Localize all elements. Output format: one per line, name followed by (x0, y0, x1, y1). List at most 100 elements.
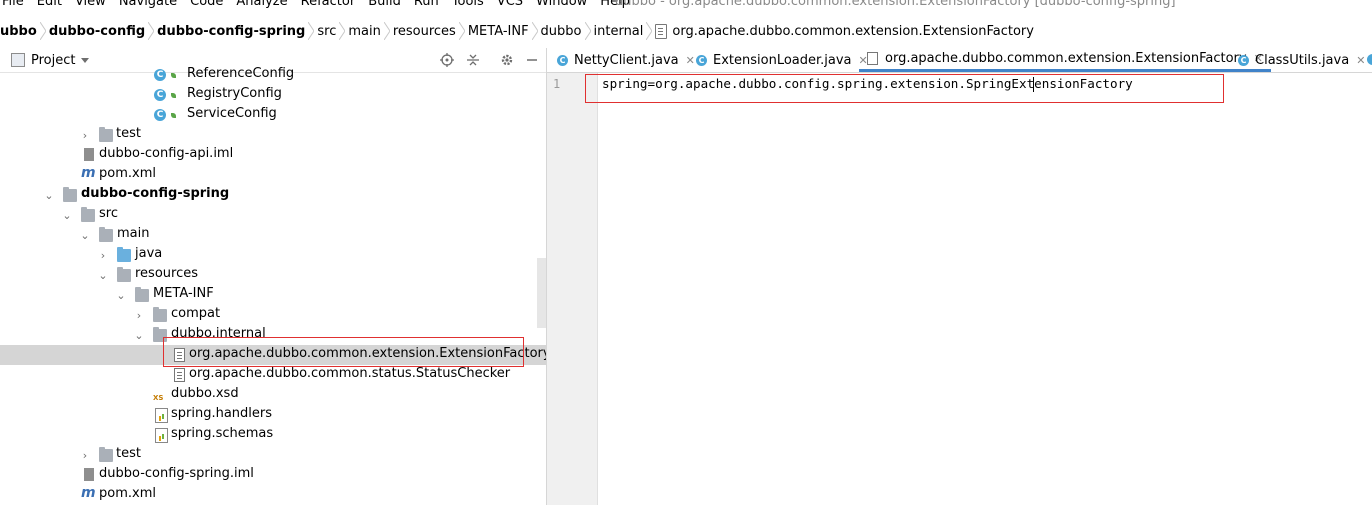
breadcrumb-item[interactable]: main (342, 14, 390, 48)
highlight-box (585, 74, 1224, 103)
breadcrumb-item[interactable]: dubbo (535, 14, 591, 48)
tree-item-resources[interactable]: ⌄ resources (0, 265, 546, 285)
chevron-down-icon[interactable]: ⌄ (80, 229, 90, 242)
chevron-down-icon[interactable] (81, 57, 90, 63)
tree-item-dubbo-xsd[interactable]: XS dubbo.xsd (0, 385, 546, 405)
tree-item-label: compat (171, 306, 221, 321)
tree-item-main[interactable]: ⌄ main (0, 225, 546, 245)
tree-item-referenceconfig[interactable]: C ReferenceConfig (0, 65, 546, 85)
tab-extensionloader[interactable]: C ExtensionLoader.java ✕ (696, 48, 868, 72)
maven-icon: m (81, 485, 96, 501)
breadcrumb-item[interactable]: org.apache.dubbo.common.extension.Extens… (649, 14, 1040, 48)
tab-extensionfactory[interactable]: org.apache.dubbo.common.extension.Extens… (859, 48, 1271, 72)
class-icon: C (696, 54, 707, 66)
menu-run[interactable]: Run (414, 0, 439, 9)
menu-build[interactable]: Build (368, 0, 401, 9)
tab-label: org.apache.dubbo.common.extension.Extens… (885, 51, 1247, 66)
maven-icon: m (81, 165, 96, 181)
folder-icon (135, 287, 149, 302)
tree-item-label: main (117, 226, 150, 241)
tab-nettyclient[interactable]: C NettyClient.java ✕ (557, 48, 695, 72)
menu-analyze[interactable]: Analyze (236, 0, 287, 9)
class-icon: C (154, 109, 166, 121)
window-title: dubbo - org.apache.dubbo.common.extensio… (615, 0, 1176, 9)
tree-item-label: resources (135, 266, 199, 281)
menu-navigate[interactable]: Navigate (119, 0, 177, 9)
menu-edit[interactable]: Edit (37, 0, 62, 9)
close-icon[interactable]: ✕ (686, 54, 695, 67)
tree-item-pom-xml[interactable]: m pom.xml (0, 165, 546, 185)
tree-item-src[interactable]: ⌄ src (0, 205, 546, 225)
breadcrumb-item[interactable]: dubbo-config-spring (151, 14, 315, 48)
chevron-down-icon[interactable]: ⌄ (134, 329, 144, 342)
tree-item-java[interactable]: › java (0, 245, 546, 265)
chevron-right-icon[interactable]: › (80, 129, 90, 142)
breadcrumb-item[interactable]: ubbo (0, 14, 46, 48)
breadcrumb-item[interactable]: internal (588, 14, 653, 48)
scrollbar[interactable] (537, 258, 546, 328)
folder-icon (99, 447, 113, 462)
class-icon: C (154, 89, 166, 101)
tree-item-compat[interactable]: › compat (0, 305, 546, 325)
breadcrumb-label: ubbo (0, 23, 37, 39)
tree-item-statuschecker[interactable]: org.apache.dubbo.common.status.StatusChe… (0, 365, 546, 385)
menu-bar: File Edit View Navigate Code Analyze Ref… (0, 0, 1372, 14)
project-panel: Project C ReferenceConfig C RegistryConf… (0, 48, 547, 505)
chevron-right-icon[interactable]: › (80, 449, 90, 462)
tree-item-label: src (99, 206, 118, 221)
menu-view[interactable]: View (75, 0, 106, 9)
breadcrumb-item[interactable]: META-INF (462, 14, 538, 48)
chevron-down-icon[interactable]: ⌄ (62, 209, 72, 222)
menu-tools[interactable]: Tools (452, 0, 484, 9)
tree-item-meta-inf[interactable]: ⌄ META-INF (0, 285, 546, 305)
tree-item-label: ServiceConfig (187, 106, 277, 121)
module-file-icon (84, 468, 94, 481)
chevron-down-icon[interactable]: ⌄ (116, 289, 126, 302)
menu-vcs[interactable]: VCS (497, 0, 523, 9)
chevron-down-icon[interactable]: ⌄ (44, 189, 54, 202)
module-folder-icon (63, 187, 77, 202)
menu-code[interactable]: Code (190, 0, 223, 9)
spring-file-icon (155, 408, 168, 423)
tree-item-dubbo-config-spring[interactable]: ⌄ dubbo-config-spring (0, 185, 546, 205)
tree-item-spring-handlers[interactable]: spring.handlers (0, 405, 546, 425)
text-file-icon (174, 368, 185, 382)
breadcrumb-label: src (317, 23, 337, 39)
tree-item-test[interactable]: › test (0, 445, 546, 465)
tree-item-pom-xml[interactable]: m pom.xml (0, 485, 546, 505)
menu-refactor[interactable]: Refactor (301, 0, 356, 9)
tree-item-spring-schemas[interactable]: spring.schemas (0, 425, 546, 445)
tree-item-label: test (116, 446, 141, 461)
tree-item-serviceconfig[interactable]: C ServiceConfig (0, 105, 546, 125)
tree-item-dubbo-config-api-iml[interactable]: dubbo-config-api.iml (0, 145, 546, 165)
breadcrumb-label: main (348, 23, 381, 39)
editor-gutter (547, 73, 598, 505)
tab-label: ClassUtils.java (1255, 52, 1350, 68)
resources-folder-icon (117, 267, 131, 282)
tree-item-registryconfig[interactable]: C RegistryConfig (0, 85, 546, 105)
breadcrumb-item[interactable]: dubbo-config (43, 14, 155, 48)
breadcrumb-label: dubbo (540, 23, 582, 39)
chevron-right-icon[interactable]: › (98, 249, 108, 262)
close-icon[interactable]: ✕ (1356, 54, 1365, 67)
tree-item-label: dubbo-config-api.iml (99, 146, 234, 161)
tree-item-dubbo-config-spring-iml[interactable]: dubbo-config-spring.iml (0, 465, 546, 485)
menu-file[interactable]: File (2, 0, 24, 9)
folder-icon (81, 207, 95, 222)
breadcrumb-item[interactable]: resources (387, 14, 465, 48)
tree-item-test[interactable]: › test (0, 125, 546, 145)
chevron-down-icon[interactable]: ⌄ (98, 269, 108, 282)
folder-icon (99, 127, 113, 142)
chevron-right-icon[interactable]: › (134, 309, 144, 322)
module-file-icon (84, 148, 94, 161)
leaf-icon (171, 93, 176, 98)
class-icon: C (154, 69, 166, 81)
breadcrumb-label: resources (392, 23, 456, 39)
breadcrumb-item[interactable]: src (311, 14, 346, 48)
tree-item-label: ReferenceConfig (187, 66, 295, 81)
tab-label: ExtensionLoader.java (713, 52, 852, 68)
breadcrumb: ubbo dubbo-config dubbo-config-spring sr… (0, 14, 1372, 49)
tree-item-label: dubbo.xsd (171, 386, 239, 401)
tab-classutils[interactable]: C ClassUtils.java ✕ (1238, 48, 1365, 72)
menu-window[interactable]: Window (536, 0, 587, 9)
